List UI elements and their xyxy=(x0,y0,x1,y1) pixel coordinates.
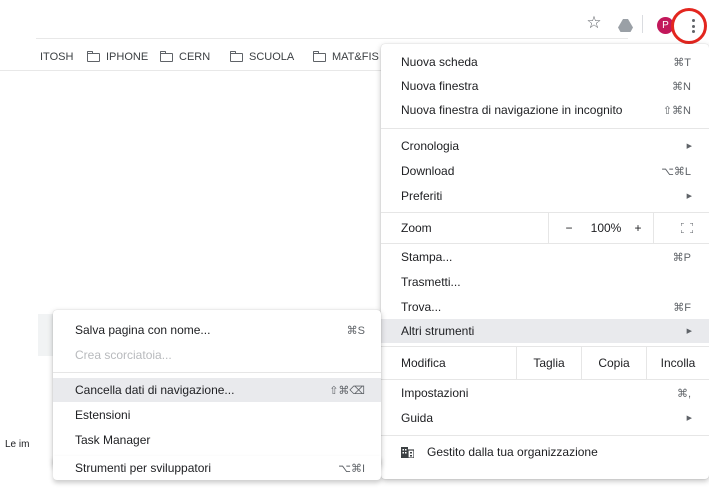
menu-item-bookmarks[interactable]: Preferiti ▶ xyxy=(381,184,709,208)
menu-separator xyxy=(53,372,381,373)
copy-button[interactable]: Copia xyxy=(582,347,646,379)
menu-item-new-tab[interactable]: Nuova scheda ⌘T xyxy=(381,50,709,74)
menu-item-label: Estensioni xyxy=(75,408,131,422)
menu-item-label: Modifica xyxy=(401,356,446,370)
menu-item-label: Trasmetti... xyxy=(401,275,461,289)
bookmark-label: ITOSH xyxy=(40,51,74,63)
menu-item-downloads[interactable]: Download ⌥⌘L xyxy=(381,159,709,183)
bookmark-label: CERN xyxy=(179,51,211,63)
bookmark-folder[interactable]: IPHONE xyxy=(87,50,149,63)
menu-item-label: Guida xyxy=(401,411,434,425)
more-tools-submenu: Salva pagina con nome... ⌘S Crea scorcia… xyxy=(53,310,381,467)
menu-item-shortcut: ⇧⌘⌫ xyxy=(329,384,365,397)
menu-item-shortcut: ⌘P xyxy=(672,251,691,264)
menu-item-label: Nuova finestra xyxy=(401,79,479,93)
zoom-out-button[interactable]: − xyxy=(549,213,589,243)
bookmark-label: IPHONE xyxy=(106,51,149,63)
submenu-bottom-section: Strumenti per sviluppatori ⌥⌘I xyxy=(53,456,381,480)
menu-item-zoom: Zoom − 100% + xyxy=(381,213,709,243)
menu-item-history[interactable]: Cronologia ▶ xyxy=(381,134,709,158)
menu-item-shortcut: ⌘, xyxy=(676,387,691,400)
menu-item-shortcut: ⌘T xyxy=(673,56,691,69)
bookmark-folder[interactable]: SCUOLA xyxy=(230,50,295,63)
menu-item-task-manager[interactable]: Task Manager xyxy=(53,428,381,452)
menu-item-label: Cronologia xyxy=(401,139,460,153)
menu-item-edit: Modifica Taglia Copia Incolla xyxy=(381,347,709,379)
paste-button[interactable]: Incolla xyxy=(647,347,709,379)
menu-item-find[interactable]: Trova... ⌘F xyxy=(381,295,709,319)
menu-item-label: Stampa... xyxy=(401,250,453,264)
toolbar-separator xyxy=(642,15,643,33)
submenu-arrow-icon: ▶ xyxy=(686,415,692,422)
folder-icon xyxy=(230,50,243,62)
bookmark-star-icon[interactable]: ☆ xyxy=(584,13,604,33)
menu-item-shortcut: ⌘N xyxy=(672,80,691,93)
annotation-circle xyxy=(671,8,707,44)
menu-item-label: Gestito dalla tua organizzazione xyxy=(427,445,598,459)
menu-item-label: Crea scorciatoia... xyxy=(75,348,172,362)
cut-button[interactable]: Taglia xyxy=(517,347,581,379)
zoom-in-button[interactable]: + xyxy=(623,213,653,243)
chrome-main-menu: Nuova scheda ⌘T Nuova finestra ⌘N Nuova … xyxy=(381,44,709,479)
building-icon xyxy=(401,447,414,458)
menu-item-more-tools[interactable]: Altri strumenti ▶ xyxy=(381,319,709,343)
menu-item-help[interactable]: Guida ▶ xyxy=(381,406,709,430)
menu-item-label: Altri strumenti xyxy=(401,324,475,338)
menu-item-label: Cancella dati di navigazione... xyxy=(75,383,235,397)
menu-item-shortcut: ⌘F xyxy=(673,301,691,314)
menu-separator xyxy=(381,379,709,380)
folder-icon xyxy=(160,50,173,62)
menu-item-label: Task Manager xyxy=(75,433,151,447)
submenu-arrow-icon: ▶ xyxy=(686,328,692,335)
menu-item-label: Impostazioni xyxy=(401,386,469,400)
page-text: Le im xyxy=(5,439,30,450)
bookmark-folder[interactable]: CERN xyxy=(160,50,211,63)
menu-item-incognito[interactable]: Nuova finestra di navigazione in incogni… xyxy=(381,98,709,122)
menu-item-label: Nuova finestra di navigazione in incogni… xyxy=(401,103,623,117)
menu-item-shortcut: ⌥⌘I xyxy=(338,462,365,475)
folder-icon xyxy=(87,50,100,62)
menu-item-label: Trova... xyxy=(401,300,442,314)
folder-icon xyxy=(313,50,326,62)
menu-separator xyxy=(381,435,709,436)
address-bar[interactable] xyxy=(36,10,628,39)
menu-item-extensions[interactable]: Estensioni xyxy=(53,403,381,427)
menu-item-label: Salva pagina con nome... xyxy=(75,323,211,337)
menu-item-print[interactable]: Stampa... ⌘P xyxy=(381,245,709,269)
menu-item-cast[interactable]: Trasmetti... xyxy=(381,270,709,294)
menu-item-label: Zoom xyxy=(401,221,432,235)
browser-toolbar: ☆ P xyxy=(0,0,709,46)
bookmark-item[interactable]: ITOSH xyxy=(40,51,73,63)
menu-item-shortcut: ⌘S xyxy=(346,324,365,337)
menu-item-shortcut: ⇧⌘N xyxy=(662,104,691,117)
zoom-level: 100% xyxy=(590,221,622,235)
menu-item-save-page[interactable]: Salva pagina con nome... ⌘S xyxy=(53,318,381,342)
bookmark-folder[interactable]: MAT&FIS xyxy=(313,50,379,63)
menu-separator xyxy=(381,128,709,129)
menu-item-label: Nuova scheda xyxy=(401,55,478,69)
menu-item-label: Preferiti xyxy=(401,189,443,203)
menu-item-developer-tools[interactable]: Strumenti per sviluppatori ⌥⌘I xyxy=(53,456,381,480)
menu-item-new-window[interactable]: Nuova finestra ⌘N xyxy=(381,74,709,98)
drive-extension-icon[interactable] xyxy=(615,15,635,35)
menu-item-label: Download xyxy=(401,164,455,178)
bookmark-label: SCUOLA xyxy=(249,51,295,63)
menu-item-label: Strumenti per sviluppatori xyxy=(75,461,212,475)
submenu-arrow-icon: ▶ xyxy=(686,143,692,150)
bookmark-label: MAT&FIS xyxy=(332,51,379,63)
submenu-arrow-icon: ▶ xyxy=(686,193,692,200)
fullscreen-icon[interactable] xyxy=(681,223,693,233)
menu-item-clear-browsing-data[interactable]: Cancella dati di navigazione... ⇧⌘⌫ xyxy=(53,378,381,402)
menu-item-managed[interactable]: Gestito dalla tua organizzazione xyxy=(381,439,709,465)
menu-item-shortcut: ⌥⌘L xyxy=(661,165,691,178)
menu-separator xyxy=(381,243,709,244)
menu-item-settings[interactable]: Impostazioni ⌘, xyxy=(381,381,709,405)
zoom-divider xyxy=(653,213,654,243)
menu-item-create-shortcut: Crea scorciatoia... xyxy=(53,343,381,367)
